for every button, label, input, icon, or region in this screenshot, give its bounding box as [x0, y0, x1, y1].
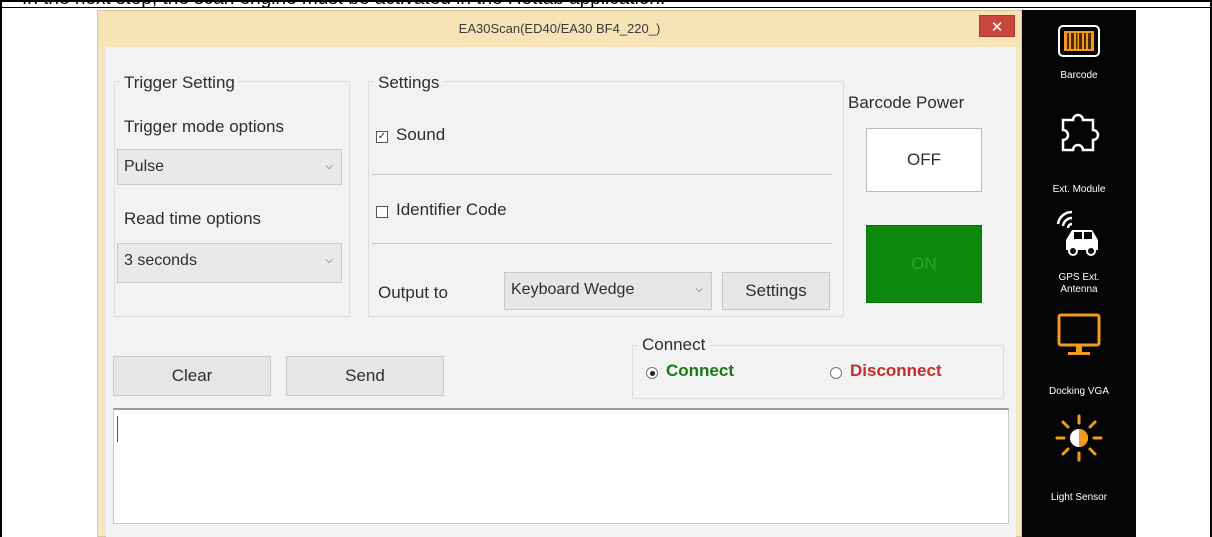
power-on-button[interactable]: ON: [866, 225, 982, 303]
sound-checkbox[interactable]: ✓: [376, 131, 388, 143]
trigger-mode-value: Pulse: [124, 158, 165, 175]
window-title: EA30Scan(ED40/EA30 BF4_220_): [458, 21, 661, 36]
trigger-setting-title: Trigger Setting: [120, 73, 239, 93]
read-time-value: 3 seconds: [124, 252, 197, 269]
output-textarea[interactable]: [113, 408, 1009, 524]
dock-label-ext-module: Ext. Module: [1052, 184, 1106, 195]
car-signal-icon: [1056, 210, 1098, 256]
dock-item-gps[interactable]: GPS Ext. Antenna: [1022, 210, 1136, 310]
hottab-dock: Barcode Ext. Module GPS Ext. Antenna Doc…: [1022, 10, 1136, 537]
caption-strip: In the next step, the scan engine must b…: [0, 0, 1212, 8]
text-caret: [117, 416, 118, 442]
puzzle-icon: [1061, 113, 1100, 152]
dock-item-barcode[interactable]: Barcode: [1022, 22, 1136, 112]
trigger-mode-label: Trigger mode options: [124, 117, 285, 136]
barcode-icon: [1058, 25, 1100, 57]
power-off-button[interactable]: OFF: [866, 128, 982, 192]
dock-item-light-sensor[interactable]: Light Sensor: [1022, 408, 1136, 508]
window-client: Trigger Setting Trigger mode options Pul…: [106, 47, 1016, 537]
disconnect-radio[interactable]: [830, 367, 842, 379]
output-to-label: Output to: [378, 283, 448, 302]
identifier-code-label: Identifier Code: [396, 200, 507, 219]
read-time-select[interactable]: 3 seconds ⌵: [117, 243, 342, 283]
output-to-value: Keyboard Wedge: [511, 281, 635, 298]
disconnect-label: Disconnect: [850, 361, 942, 380]
close-button[interactable]: ✕: [979, 15, 1015, 37]
connect-label: Connect: [666, 361, 734, 380]
connect-title: Connect: [638, 335, 710, 355]
monitor-icon: [1057, 313, 1101, 355]
barcode-power-title: Barcode Power: [848, 93, 965, 112]
settings-title: Settings: [374, 73, 444, 93]
chevron-down-icon: ⌵: [325, 255, 333, 266]
output-to-select[interactable]: Keyboard Wedge ⌵: [504, 272, 712, 310]
sound-label: Sound: [396, 125, 446, 144]
dock-label-gps: GPS Ext. Antenna: [1058, 272, 1100, 295]
dock-label-barcode: Barcode: [1060, 70, 1098, 81]
dock-item-ext-module[interactable]: Ext. Module: [1022, 106, 1136, 206]
chevron-down-icon: ⌵: [695, 284, 703, 295]
caption-text: In the next step, the scan engine must b…: [22, 0, 665, 7]
chevron-down-icon: ⌵: [325, 161, 333, 172]
trigger-mode-select[interactable]: Pulse ⌵: [117, 149, 342, 185]
sun-icon: [1055, 414, 1103, 462]
app-window: EA30Scan(ED40/EA30 BF4_220_) ✕ Trigger S…: [97, 10, 1022, 537]
clear-button[interactable]: Clear: [113, 356, 271, 396]
read-time-label: Read time options: [124, 209, 262, 228]
dock-label-light-sensor: Light Sensor: [1050, 492, 1108, 503]
output-settings-button[interactable]: Settings: [722, 272, 830, 310]
send-button[interactable]: Send: [286, 356, 444, 396]
connect-radio[interactable]: [646, 367, 658, 379]
settings-separator: [372, 174, 832, 175]
dock-item-docking-vga[interactable]: Docking VGA: [1022, 312, 1136, 412]
dock-label-docking-vga: Docking VGA: [1048, 386, 1110, 397]
identifier-code-checkbox[interactable]: [376, 206, 388, 218]
title-bar: EA30Scan(ED40/EA30 BF4_220_) ✕: [98, 11, 1021, 47]
settings-separator: [372, 243, 832, 244]
